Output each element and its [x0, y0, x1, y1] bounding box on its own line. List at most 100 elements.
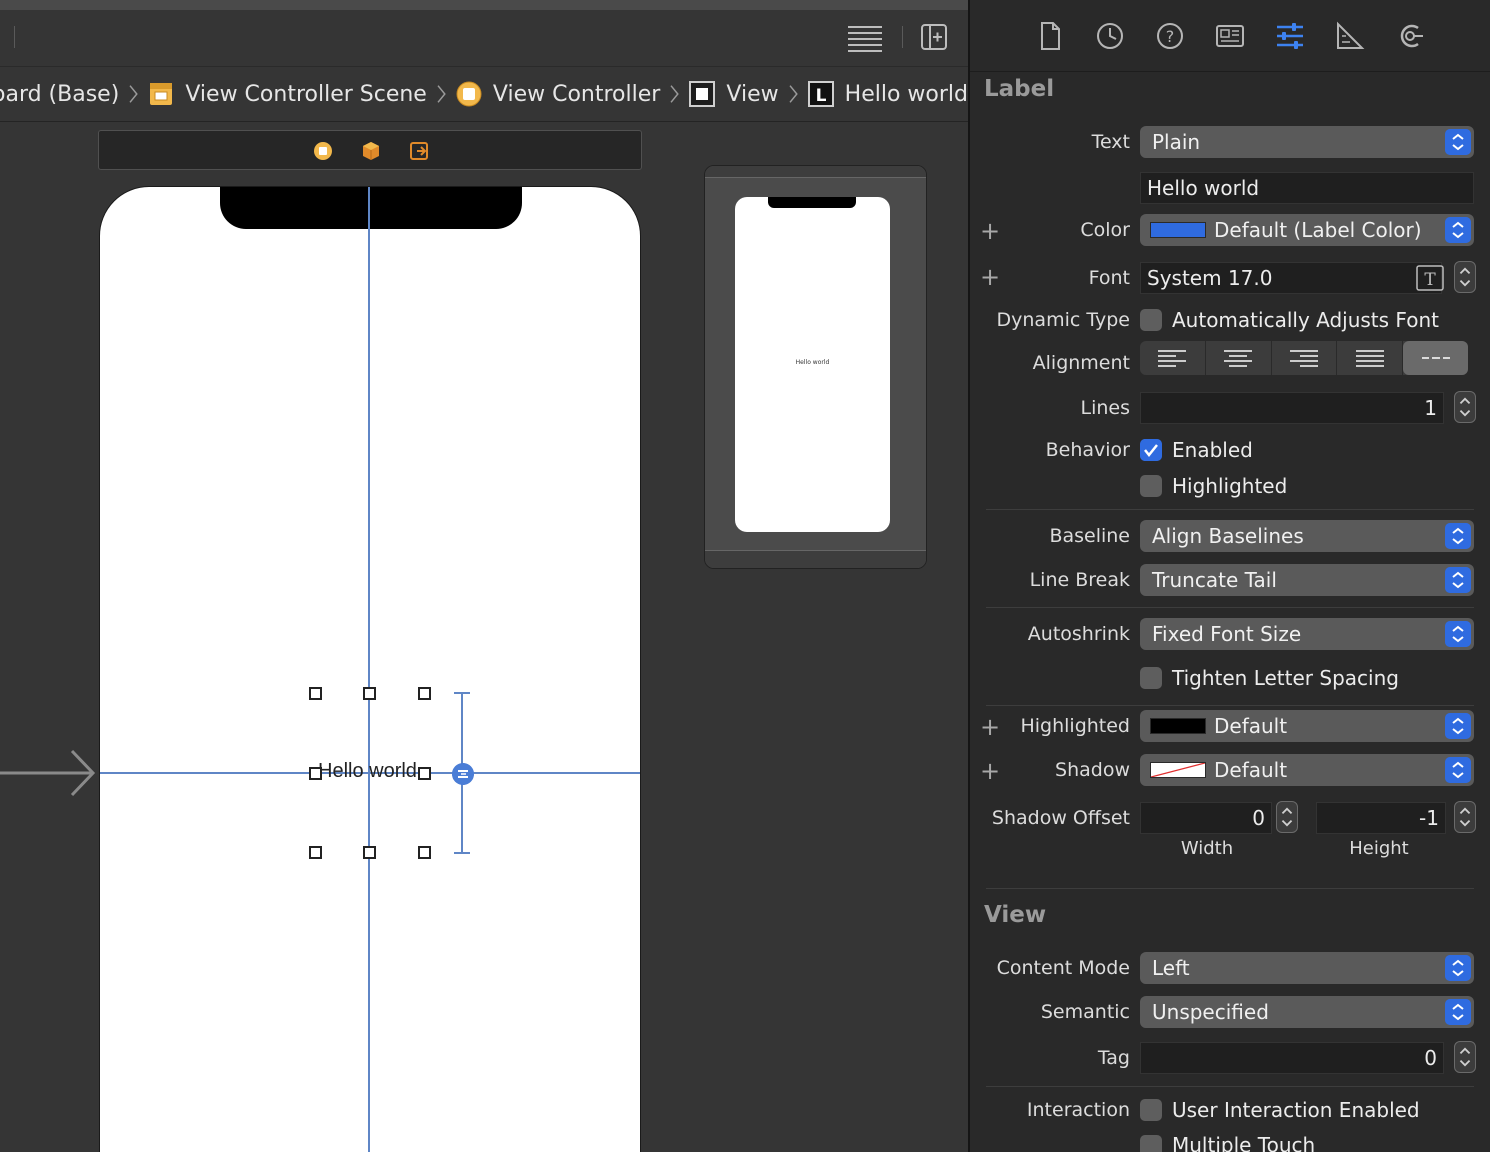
first-responder-icon[interactable]: [361, 141, 381, 161]
separator: [986, 607, 1474, 608]
font-field[interactable]: System 17.0: [1140, 262, 1442, 294]
breadcrumb-label: oard (Base): [0, 81, 120, 107]
highlighted-color-popup[interactable]: Default: [1140, 710, 1474, 742]
preview-top-bar: [705, 166, 926, 178]
behavior-label: Behavior: [1045, 439, 1130, 461]
view-controller-icon: [456, 81, 482, 107]
constraint-cap: [454, 692, 470, 694]
file-inspector-icon[interactable]: [1034, 20, 1066, 52]
breadcrumb-label-element[interactable]: L Hello world: [807, 67, 968, 121]
resize-handle[interactable]: [309, 846, 322, 859]
lines-field[interactable]: 1: [1140, 392, 1444, 424]
user-interaction-checkbox[interactable]: [1140, 1099, 1162, 1121]
tag-stepper[interactable]: [1454, 1041, 1476, 1073]
editor-options-icon[interactable]: [846, 24, 884, 52]
toolbar-divider: [902, 26, 903, 48]
resize-handle[interactable]: [363, 687, 376, 700]
highlighted-checkbox[interactable]: [1140, 475, 1162, 497]
content-mode-popup[interactable]: Left: [1140, 952, 1474, 984]
font-size-stepper[interactable]: [1454, 261, 1476, 293]
resize-handle[interactable]: [418, 846, 431, 859]
text-row-label: Text: [1091, 131, 1130, 153]
scene-dock: [98, 130, 642, 170]
font-picker-icon[interactable]: T: [1416, 265, 1444, 291]
multiple-touch-checkbox[interactable]: [1140, 1135, 1162, 1152]
resize-handle[interactable]: [363, 846, 376, 859]
chevron-updown-icon: [1445, 129, 1471, 155]
popup-value: Truncate Tail: [1152, 568, 1277, 592]
separator: [986, 888, 1474, 889]
resize-handle[interactable]: [309, 687, 322, 700]
resize-handle[interactable]: [418, 687, 431, 700]
lines-stepper[interactable]: [1454, 391, 1476, 423]
attributes-inspector-icon[interactable]: [1274, 20, 1306, 52]
shadow-height-value: -1: [1419, 806, 1439, 830]
preview-bottom-bar: [705, 550, 926, 568]
align-right-segment[interactable]: [1272, 341, 1338, 375]
hello-world-label[interactable]: Hello world: [318, 760, 417, 783]
tag-label: Tag: [1097, 1047, 1130, 1069]
font-value: System 17.0: [1147, 266, 1273, 290]
popup-value: Unspecified: [1152, 1000, 1269, 1024]
align-justified-icon: [1355, 350, 1384, 367]
vertical-center-guide: [368, 187, 370, 1152]
breadcrumb-view[interactable]: View: [688, 67, 779, 121]
alignment-segmented-control[interactable]: [1140, 341, 1468, 375]
identity-inspector-icon[interactable]: [1214, 20, 1246, 52]
shadow-color-popup[interactable]: Default: [1140, 754, 1474, 786]
view-section-title: View: [984, 902, 1047, 928]
line-break-popup[interactable]: Truncate Tail: [1140, 564, 1474, 596]
resize-handle[interactable]: [418, 767, 431, 780]
baseline-popup[interactable]: Align Baselines: [1140, 520, 1474, 552]
device-canvas[interactable]: Hello world: [99, 186, 641, 1152]
no-color-swatch-icon: [1150, 762, 1206, 778]
chevron-updown-icon: [1445, 567, 1471, 593]
align-natural-segment[interactable]: [1403, 341, 1468, 375]
color-popup[interactable]: Default (Label Color): [1140, 214, 1474, 246]
tighten-spacing-checkbox[interactable]: [1140, 667, 1162, 689]
autoshrink-label: Autoshrink: [1027, 623, 1130, 645]
connections-inspector-icon[interactable]: [1394, 20, 1426, 52]
text-value-field[interactable]: Hello world: [1140, 172, 1474, 204]
align-left-segment[interactable]: [1140, 341, 1206, 375]
inspector-tab-bar: ?: [970, 0, 1490, 72]
align-justified-segment[interactable]: [1337, 341, 1404, 375]
align-center-segment[interactable]: [1206, 341, 1272, 375]
resize-handle[interactable]: [309, 767, 322, 780]
exit-icon[interactable]: [409, 141, 429, 161]
shadow-width-field[interactable]: 0: [1140, 802, 1272, 834]
chevron-updown-icon: [1445, 217, 1471, 243]
shadow-width-stepper[interactable]: [1276, 801, 1298, 833]
chevron-right-icon: [670, 85, 680, 103]
breadcrumb-scene[interactable]: View Controller Scene: [147, 67, 427, 121]
lines-label: Lines: [1080, 397, 1131, 419]
shadow-height-field[interactable]: -1: [1316, 802, 1446, 834]
view-controller-icon[interactable]: [313, 141, 333, 161]
breadcrumb-storyboard[interactable]: oard (Base): [0, 67, 120, 121]
breadcrumb-label: View Controller Scene: [185, 81, 427, 107]
tag-field[interactable]: 0: [1140, 1042, 1444, 1074]
enabled-checkbox[interactable]: [1140, 439, 1162, 461]
breadcrumb-view-controller[interactable]: View Controller: [455, 67, 661, 121]
chevron-updown-icon: [1445, 999, 1471, 1025]
text-type-popup[interactable]: Plain: [1140, 126, 1474, 158]
breadcrumb-label: View Controller: [492, 81, 661, 107]
constraint-badge-icon[interactable]: [452, 763, 474, 785]
adjusts-font-checkbox[interactable]: [1140, 309, 1162, 331]
semantic-popup[interactable]: Unspecified: [1140, 996, 1474, 1028]
initial-entry-arrow-icon: [0, 749, 96, 797]
add-editor-icon[interactable]: [920, 23, 948, 51]
dynamic-type-label: Dynamic Type: [996, 309, 1130, 331]
highlighted-check-label: Highlighted: [1172, 474, 1288, 498]
autoshrink-popup[interactable]: Fixed Font Size: [1140, 618, 1474, 650]
history-inspector-icon[interactable]: [1094, 20, 1126, 52]
align-left-icon: [1158, 350, 1187, 367]
shadow-height-stepper[interactable]: [1454, 801, 1476, 833]
size-inspector-icon[interactable]: [1334, 20, 1366, 52]
breadcrumb-label: Hello world: [844, 81, 968, 107]
quick-help-icon[interactable]: ?: [1154, 20, 1186, 52]
shadow-label: Shadow: [1055, 759, 1130, 781]
adjusts-font-label: Automatically Adjusts Font: [1172, 308, 1439, 332]
multiple-touch-label: Multiple Touch: [1172, 1133, 1316, 1152]
separator: [986, 1086, 1474, 1087]
